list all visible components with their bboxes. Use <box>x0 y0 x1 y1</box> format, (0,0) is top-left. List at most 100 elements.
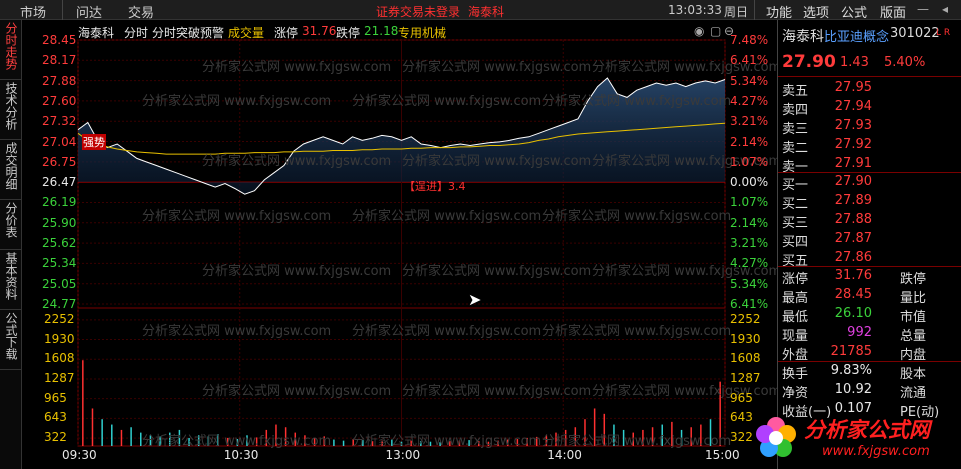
bid-row[interactable]: 买四 27.87 <box>778 231 961 250</box>
price-tick-label: 27.88 <box>42 73 77 88</box>
price-tick-label: 25.05 <box>42 276 77 291</box>
time-tick-label: 14:00 <box>547 448 582 462</box>
tab-technical[interactable]: 技术分析 <box>0 80 22 140</box>
minimize-icon[interactable]: — <box>917 2 929 16</box>
ask-row[interactable]: 卖三 27.93 <box>778 118 961 137</box>
pct-tick-label: 2.14% <box>730 215 769 230</box>
stat-row[interactable]: 最低 26.10 市值 <box>778 306 961 325</box>
expand-icon[interactable]: ▢ <box>710 24 721 38</box>
quote-price: 27.90 <box>782 52 836 72</box>
bid-label: 买二 <box>782 197 809 212</box>
ask-label: 卖五 <box>782 84 809 99</box>
bid-row[interactable]: 买一 27.90 <box>778 174 961 193</box>
pct-tick-label: 3.21% <box>730 114 769 129</box>
chart-volume-label: 成交量 <box>228 26 265 40</box>
menu-layout[interactable]: 版面 <box>880 2 906 21</box>
stat-row[interactable]: 净资 10.92 流通 <box>778 382 961 401</box>
stat-row[interactable]: 涨停 31.76 跌停 <box>778 268 961 287</box>
left-vertical-tabs: 分时走势 技术分析 成交明细 分价表 基本资料 公式下载 <box>0 20 22 469</box>
quote-header: 海泰科 比亚迪概念 301022 L R <box>778 26 961 45</box>
chart-canvas[interactable] <box>22 20 777 469</box>
bid-row[interactable]: 买二 27.89 <box>778 193 961 212</box>
price-tick-label: 27.60 <box>42 93 77 108</box>
settings-icon[interactable]: ◉ <box>694 24 704 38</box>
stat-value: 21785 <box>830 344 872 359</box>
stat-value: 31.76 <box>834 268 872 283</box>
tab-label: 公式下载 <box>4 312 18 360</box>
clock: 13:03:33 <box>668 3 722 17</box>
divider <box>778 361 961 362</box>
stat-label: 换手 <box>782 367 809 382</box>
menu-options[interactable]: 选项 <box>803 2 829 21</box>
volume-tick-label: 965 <box>44 390 67 405</box>
stat-label-2: 股本 <box>900 367 927 382</box>
tab-profile[interactable]: 基本资料 <box>0 250 22 310</box>
menu-function[interactable]: 功能 <box>766 2 792 21</box>
stat-row[interactable]: 最高 28.45 量比 <box>778 287 961 306</box>
menu-formula[interactable]: 公式 <box>841 2 867 21</box>
menu-market[interactable]: 市场 <box>20 2 46 21</box>
time-tick-label: 15:00 <box>705 448 740 462</box>
tab-trades[interactable]: 成交明细 <box>0 140 22 200</box>
tab-label: 基本资料 <box>4 252 18 300</box>
chart-alert[interactable]: 分时突破预警 <box>152 24 224 41</box>
tab-intraday[interactable]: 分时走势 <box>0 20 22 80</box>
time-tick-label: 09:30 <box>62 448 97 462</box>
intraday-chart[interactable]: 分析家公式网 www.fxjgsw.com 分析家公式网 www.fxjgsw.c… <box>22 20 777 469</box>
price-tick-label: 25.34 <box>42 256 77 271</box>
divider <box>778 266 961 267</box>
bid-row[interactable]: 买三 27.88 <box>778 212 961 231</box>
ask-row[interactable]: 卖二 27.92 <box>778 137 961 156</box>
bid-label: 买三 <box>782 216 809 231</box>
stat-value: 10.92 <box>834 382 872 397</box>
quote-change-pct: 5.40% <box>884 55 926 70</box>
tab-label: 技术分析 <box>4 82 18 130</box>
logo-url: www.fxjgsw.com <box>822 444 930 459</box>
stat-label: 最高 <box>782 291 809 306</box>
volume-tick-label: 2252 <box>730 311 761 326</box>
bid-label: 买四 <box>782 235 809 250</box>
divider <box>778 76 961 77</box>
stat-label: 最低 <box>782 310 809 325</box>
tab-label: 成交明细 <box>4 142 18 190</box>
ask-price: 27.92 <box>834 137 872 152</box>
menu-trade[interactable]: 交易 <box>128 2 154 21</box>
quote-concept[interactable]: 比亚迪概念 <box>824 26 889 45</box>
volume-tick-label: 2252 <box>44 311 75 326</box>
tab-price-table[interactable]: 分价表 <box>0 200 22 250</box>
pct-tick-label: 5.34% <box>730 276 769 291</box>
ask-label: 卖二 <box>782 141 809 156</box>
maximize-icon[interactable]: ◂ <box>942 2 948 16</box>
logo-title: 分析家公式网 <box>804 418 930 442</box>
fast-enter-annotation: 【逞进】3.4 <box>404 180 466 193</box>
pct-tick-label: 4.27% <box>730 93 769 108</box>
stat-row[interactable]: 现量 992 总量 <box>778 325 961 344</box>
limit-up-value: 31.76 <box>302 24 337 38</box>
chart-mode[interactable]: 分时 <box>124 24 148 41</box>
site-logo: 分析家公式网 www.fxjgsw.com <box>752 412 957 467</box>
volume-tick-label: 322 <box>44 430 67 445</box>
price-tick-label: 26.47 <box>42 175 77 190</box>
ask-row[interactable]: 卖五 27.95 <box>778 80 961 99</box>
price-tick-label: 26.75 <box>42 154 77 169</box>
time-tick-label: 13:00 <box>385 448 421 462</box>
ask-label: 卖三 <box>782 122 809 137</box>
volume-tick-label: 322 <box>730 430 753 445</box>
bid-price: 27.88 <box>834 212 872 227</box>
pct-tick-label: 2.14% <box>730 134 769 149</box>
stat-label-2: 流通 <box>900 386 927 401</box>
price-tick-label: 28.45 <box>42 33 77 47</box>
tab-formula-download[interactable]: 公式下载 <box>0 310 22 370</box>
stat-row[interactable]: 换手 9.83% 股本 <box>778 363 961 382</box>
stat-label-2: 市值 <box>900 310 927 325</box>
bid-label: 买一 <box>782 178 809 193</box>
volume-tick-label: 643 <box>730 410 753 425</box>
quote-stock-name: 海泰科 <box>782 29 824 45</box>
ask-row[interactable]: 卖四 27.94 <box>778 99 961 118</box>
pct-tick-label: 1.07% <box>730 195 769 210</box>
pct-tick-label: 3.21% <box>730 236 769 251</box>
menu-divider <box>62 0 63 20</box>
menu-wenda[interactable]: 问达 <box>76 2 102 21</box>
stat-label: 净资 <box>782 386 809 401</box>
pct-tick-label: 6.41% <box>730 53 769 68</box>
